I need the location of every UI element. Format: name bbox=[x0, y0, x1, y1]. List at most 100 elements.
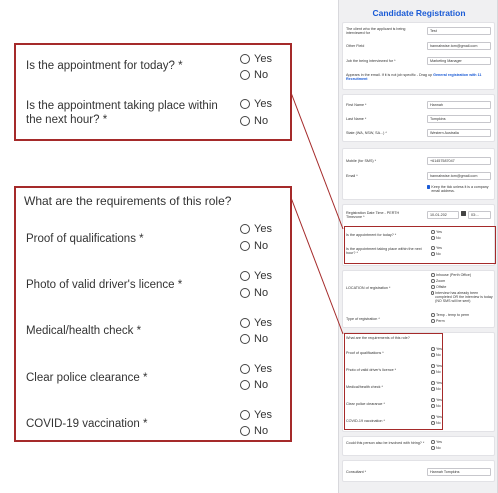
location-zoom-radio[interactable]: Zoom bbox=[431, 279, 445, 283]
appointment-highlight-small bbox=[344, 226, 496, 264]
radio-icon bbox=[431, 313, 435, 317]
location-completed-radio[interactable]: Interview has already been completed OR … bbox=[431, 291, 493, 303]
requirements-heading: What are the requirements of this role? bbox=[24, 194, 232, 208]
req-licence-yes[interactable]: Yes bbox=[240, 270, 272, 282]
job-field[interactable]: Marketing Manager bbox=[427, 57, 491, 65]
email-label: Email * bbox=[346, 174, 358, 178]
hour-no-radio[interactable]: No bbox=[240, 115, 268, 127]
mobile-label: Mobile (for SMS) * bbox=[346, 159, 377, 163]
consultant-select[interactable]: Hannah Tompkins bbox=[427, 468, 491, 476]
radio-icon bbox=[240, 318, 250, 328]
involved-card: Could this person also be involved with … bbox=[342, 436, 495, 456]
involved-label: Could this person also be involved with … bbox=[346, 441, 425, 445]
mobile-field[interactable]: +61457587047 bbox=[427, 157, 491, 165]
regdate-field[interactable]: 10-01-202 bbox=[427, 211, 459, 219]
location-inhouse-radio[interactable]: Inhouse (Perth Office) bbox=[431, 273, 471, 277]
job-label: Job the being interviewed for * bbox=[346, 59, 396, 63]
radio-icon bbox=[240, 271, 250, 281]
checkbox-checked-icon bbox=[427, 185, 430, 189]
client-label: The client who the applicant is being in… bbox=[346, 27, 406, 36]
req-qualifications-yes-text: Yes bbox=[254, 223, 272, 235]
involved-no-text: No bbox=[436, 446, 441, 450]
name-card: First Name * Hannah Last Name * Tompkins… bbox=[342, 94, 495, 142]
req-qualifications-yes[interactable]: Yes bbox=[240, 223, 272, 235]
appointment-callout: Is the appointment for today? * Yes No I… bbox=[14, 43, 292, 141]
type-temp-text: Temp - temp to perm bbox=[436, 313, 470, 317]
regdate-label: Registration Date Time - PERTH Timezone … bbox=[346, 211, 400, 220]
location-label: LOCATION of registration * bbox=[346, 286, 391, 290]
location-card: LOCATION of registration * Inhouse (Pert… bbox=[342, 270, 495, 328]
type-perm-radio[interactable]: Perm bbox=[431, 319, 445, 323]
today-yes-radio[interactable]: Yes bbox=[240, 53, 272, 65]
req-qualifications-no[interactable]: No bbox=[240, 240, 268, 252]
radio-icon bbox=[431, 273, 435, 277]
appointment-hour-label: Is the appointment taking place within t… bbox=[26, 100, 218, 126]
radio-icon bbox=[240, 288, 250, 298]
state-field[interactable]: Western Australia bbox=[427, 129, 491, 137]
today-yes-text: Yes bbox=[254, 53, 272, 65]
radio-icon bbox=[240, 426, 250, 436]
radio-icon bbox=[240, 380, 250, 390]
client-field[interactable]: Test bbox=[427, 27, 491, 35]
first-name-field[interactable]: Hannah bbox=[427, 101, 491, 109]
location-completed-text: Interview has already been completed OR … bbox=[435, 291, 493, 303]
hour-yes-radio[interactable]: Yes bbox=[240, 98, 272, 110]
keep-tick-checkbox[interactable]: Keep the tick unless it is a company ema… bbox=[427, 185, 491, 193]
req-licence-no[interactable]: No bbox=[240, 287, 268, 299]
regtime-field[interactable]: 03:... bbox=[468, 211, 491, 219]
req-medical-no[interactable]: No bbox=[240, 333, 268, 345]
req-police-no[interactable]: No bbox=[240, 379, 268, 391]
other-label: Other Field bbox=[346, 44, 365, 48]
req-police-label: Clear police clearance * bbox=[26, 372, 148, 384]
req-medical-yes[interactable]: Yes bbox=[240, 317, 272, 329]
type-temp-radio[interactable]: Temp - temp to perm bbox=[431, 313, 469, 317]
req-qualifications-label: Proof of qualifications * bbox=[26, 233, 144, 245]
calendar-icon[interactable] bbox=[461, 211, 466, 216]
radio-icon bbox=[240, 70, 250, 80]
involved-yes-radio[interactable]: Yes bbox=[431, 440, 442, 444]
involved-yes-text: Yes bbox=[436, 440, 442, 444]
req-covid-no[interactable]: No bbox=[240, 425, 268, 437]
consultant-card: Consultant * Hannah Tompkins bbox=[342, 460, 495, 482]
req-licence-label: Photo of valid driver's licence * bbox=[26, 279, 183, 291]
requirements-callout: What are the requirements of this role? … bbox=[14, 186, 292, 442]
keep-tick-label: Keep the tick unless it is a company ema… bbox=[431, 185, 489, 193]
radio-icon bbox=[240, 241, 250, 251]
req-police-yes[interactable]: Yes bbox=[240, 363, 272, 375]
today-no-radio[interactable]: No bbox=[240, 69, 268, 81]
req-qualifications-no-text: No bbox=[254, 240, 269, 252]
radio-icon bbox=[240, 224, 250, 234]
first-name-label: First Name * bbox=[346, 103, 367, 107]
req-covid-yes-text: Yes bbox=[254, 409, 272, 421]
email-field[interactable]: hannahwise.tom@gmail.com bbox=[427, 172, 491, 180]
consultant-label: Consultant * bbox=[346, 470, 367, 474]
req-licence-yes-text: Yes bbox=[254, 270, 272, 282]
type-perm-text: Perm bbox=[436, 319, 445, 323]
radio-icon bbox=[240, 99, 250, 109]
req-licence-no-text: No bbox=[254, 287, 269, 299]
form-title: Candidate Registration bbox=[372, 8, 466, 18]
radio-icon bbox=[240, 54, 250, 64]
req-covid-yes[interactable]: Yes bbox=[240, 409, 272, 421]
req-medical-label: Medical/health check * bbox=[26, 325, 142, 337]
job-note-text: Appears in the email. If it is not job s… bbox=[346, 73, 433, 77]
location-inhouse-text: Inhouse (Perth Office) bbox=[436, 273, 472, 277]
radio-icon bbox=[431, 446, 435, 450]
location-offsite-text: Offsite bbox=[436, 285, 447, 289]
radio-icon bbox=[431, 291, 434, 295]
requirements-highlight-small bbox=[344, 333, 443, 430]
client-card: The client who the applicant is being in… bbox=[342, 22, 495, 90]
today-no-text: No bbox=[254, 69, 269, 81]
req-police-yes-text: Yes bbox=[254, 363, 272, 375]
radio-icon bbox=[431, 440, 435, 444]
location-offsite-radio[interactable]: Offsite bbox=[431, 285, 446, 289]
hour-yes-text: Yes bbox=[254, 98, 272, 110]
req-covid-no-text: No bbox=[254, 425, 269, 437]
radio-icon bbox=[431, 319, 435, 323]
last-name-field[interactable]: Tompkins bbox=[427, 115, 491, 123]
radio-icon bbox=[240, 334, 250, 344]
contact-card: Mobile (for SMS) * +61457587047 Email * … bbox=[342, 148, 495, 200]
involved-no-radio[interactable]: No bbox=[431, 446, 441, 450]
other-field[interactable]: hannahwise.tom@gmail.com bbox=[427, 42, 491, 50]
state-label: State (WA, NSW, SA...) * bbox=[346, 131, 387, 135]
